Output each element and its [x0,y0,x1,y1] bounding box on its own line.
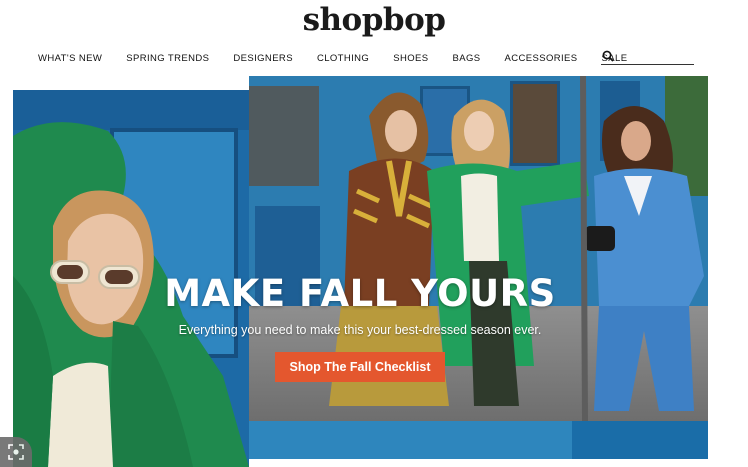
search-bar[interactable] [601,49,695,65]
nav-item-spring-trends[interactable]: SPRING TRENDS [126,53,209,64]
search-input[interactable] [617,49,695,65]
shop-fall-checklist-button[interactable]: Shop The Fall Checklist [275,352,445,382]
image-search-icon [8,444,24,460]
nav-item-accessories[interactable]: ACCESSORIES [505,53,578,64]
nav-item-bags[interactable]: BAGS [453,53,481,64]
image-search-button[interactable] [0,437,32,467]
hero-headline: MAKE FALL YOURS [164,272,556,315]
main-navigation: WHAT'S NEW SPRING TRENDS DESIGNERS CLOTH… [38,52,651,64]
hero-banner[interactable]: MAKE FALL YOURS Everything you need to m… [0,76,748,467]
nav-item-shoes[interactable]: SHOES [393,53,428,64]
nav-item-clothing[interactable]: CLOTHING [317,53,369,64]
search-icon[interactable] [602,50,614,62]
storefront-base-dark [572,421,708,459]
nav-item-whats-new[interactable]: WHAT'S NEW [38,53,102,64]
hero-subheadline: Everything you need to make this your be… [178,323,542,337]
nav-item-designers[interactable]: DESIGNERS [233,53,293,64]
shopbop-logo[interactable]: shopbop [0,2,748,38]
